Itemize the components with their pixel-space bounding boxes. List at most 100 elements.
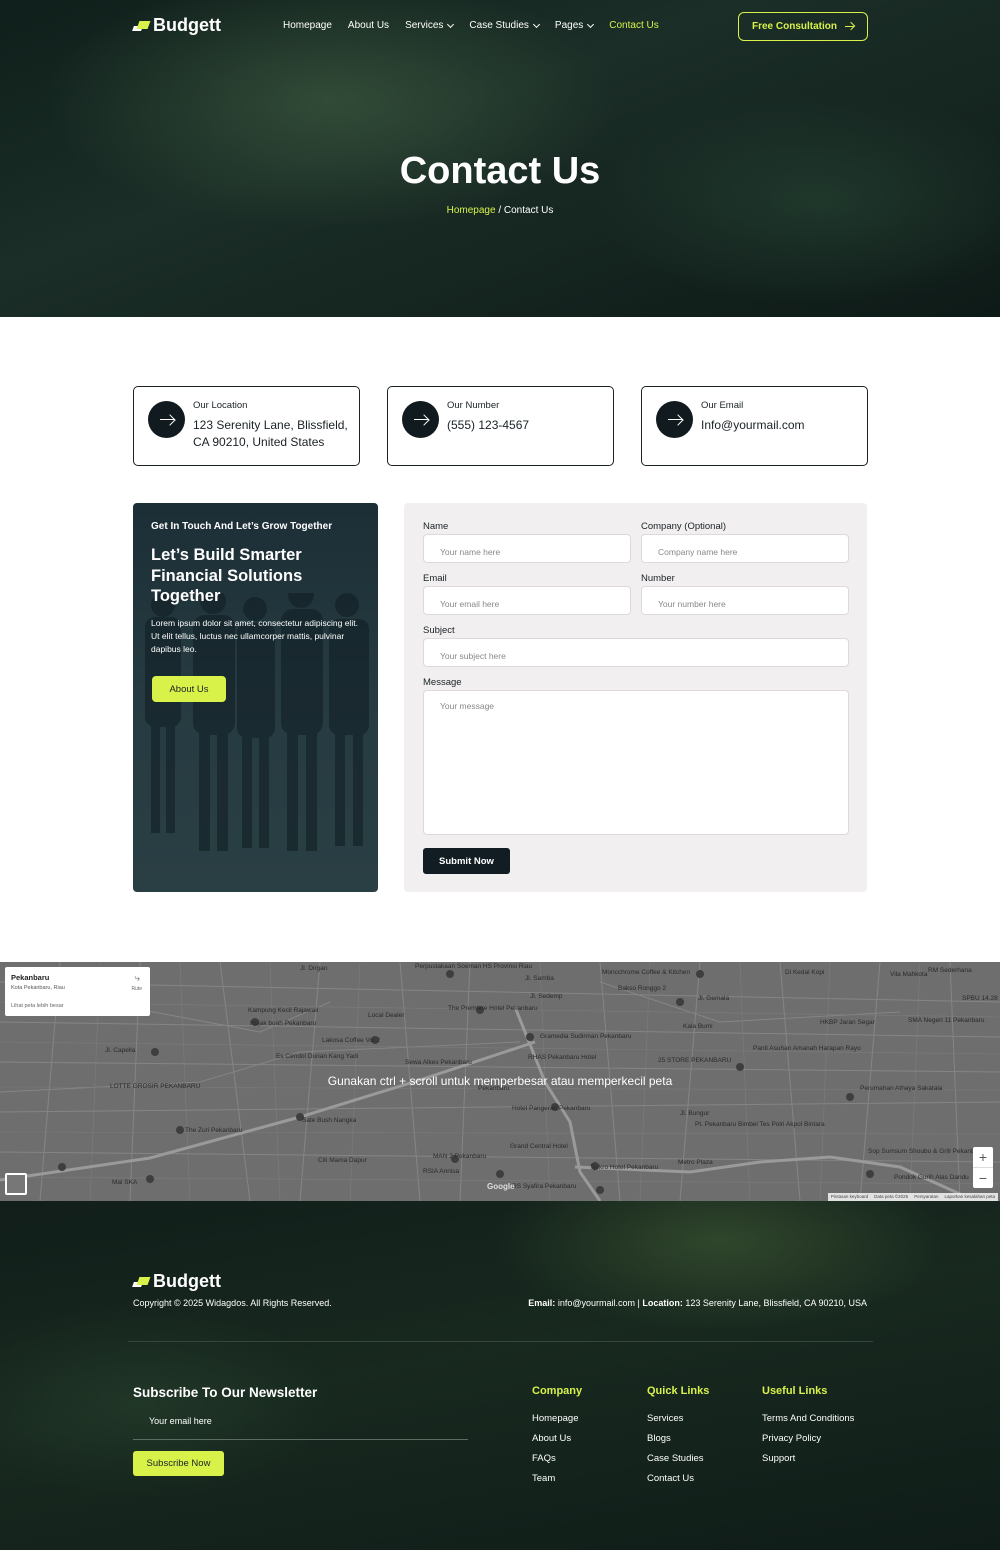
- footer-link[interactable]: Homepage: [532, 1413, 582, 1433]
- footer-link[interactable]: Contact Us: [647, 1473, 709, 1493]
- map-place-label: Rujak buah Pekanbaru: [250, 1020, 317, 1027]
- map-place-label: SMA Negeri 11 Pekanbaru: [908, 1017, 985, 1024]
- map-place-label: Metro Plaza: [678, 1159, 713, 1166]
- attrib-report[interactable]: Laporkan kesalahan peta: [944, 1194, 995, 1200]
- zoom-in-button[interactable]: +: [973, 1147, 993, 1167]
- map-place-label: Sewa Alkes Pekanbaru: [405, 1059, 472, 1066]
- breadcrumb-separator: /: [495, 205, 504, 216]
- free-consultation-button[interactable]: Free Consultation: [738, 12, 868, 41]
- footer-link[interactable]: Blogs: [647, 1433, 709, 1453]
- main-menu: Homepage About Us Services Case Studies …: [283, 20, 659, 31]
- map-place-label: HKBP Jaran Segar: [820, 1019, 876, 1026]
- footer-location: 123 Serenity Lane, Blissfield, CA 90210,…: [685, 1298, 867, 1308]
- card-label: Our Number: [447, 400, 500, 411]
- subscribe-button[interactable]: Subscribe Now: [133, 1451, 224, 1476]
- chevron-down-icon: [447, 20, 455, 28]
- attrib-terms[interactable]: Persyaratan: [914, 1194, 938, 1200]
- directions-icon[interactable]: ⤷: [134, 973, 140, 984]
- nav-item-homepage[interactable]: Homepage: [283, 20, 332, 31]
- map-place-label: Jl. Sedemp: [530, 993, 563, 1000]
- map-place-label: RHAS Pekanbaru Hotel: [528, 1054, 597, 1061]
- map-place-label: Grand Central Hotel: [510, 1143, 568, 1150]
- card-value: 123 Serenity Lane, Blissfield, CA 90210,…: [193, 418, 348, 449]
- map-place-label: The Premiere Hotel Pekanbaru: [448, 1005, 538, 1012]
- view-larger-map-link[interactable]: Lihat peta lebih besar: [11, 1003, 64, 1009]
- nav-item-about[interactable]: About Us: [348, 20, 389, 31]
- arrow-circle-icon: [656, 401, 693, 438]
- map-place-label: Citi Mama Dapur: [318, 1157, 368, 1164]
- card-label: Our Location: [193, 400, 248, 411]
- directions-label[interactable]: Rute: [131, 986, 142, 992]
- chevron-down-icon: [587, 20, 595, 28]
- footer-logo[interactable]: Budgett: [132, 1271, 221, 1292]
- map-place-name: Pekanbaru: [11, 973, 50, 982]
- arrow-right-icon: [845, 26, 854, 27]
- about-us-button[interactable]: About Us: [152, 676, 226, 702]
- number-label: Number: [641, 573, 675, 584]
- map-type-toggle[interactable]: [5, 1173, 27, 1195]
- footer-link[interactable]: Support: [762, 1453, 854, 1473]
- map-place-label: Hotel Pangeran Pekanbaru: [512, 1105, 591, 1112]
- map-place-label: Di Kedai Kopi: [785, 969, 824, 976]
- newsletter-email-input[interactable]: Your email here: [133, 1416, 468, 1440]
- nav-item-contact[interactable]: Contact Us: [609, 20, 658, 31]
- footer-link[interactable]: Team: [532, 1473, 582, 1493]
- footer-email[interactable]: info@yourmail.com: [558, 1298, 635, 1308]
- logo-icon: [132, 20, 151, 32]
- footer-column-useful-links: Useful Links Terms And Conditions Privac…: [762, 1385, 854, 1473]
- map-place-label: RM Sederhana: [928, 967, 972, 974]
- submit-button[interactable]: Submit Now: [423, 848, 510, 874]
- email-card: Our Email Info@yourmail.com: [641, 386, 868, 466]
- map-place-label: Kala Bumi: [683, 1023, 713, 1030]
- footer-link[interactable]: Services: [647, 1413, 709, 1433]
- page-title: Contact Us: [399, 150, 601, 192]
- map-place-label: Local Dealer: [368, 1012, 405, 1019]
- attrib-shortcuts[interactable]: Pintasan keyboard: [831, 1194, 868, 1200]
- newsletter-title: Subscribe To Our Newsletter: [133, 1385, 318, 1400]
- map-place-label: MAN 2 Pekanbaru: [433, 1153, 486, 1160]
- brand-logo[interactable]: Budgett: [132, 15, 221, 36]
- map-place-label: 25 STORE PEKANBARU: [658, 1057, 732, 1064]
- map-place-sub: Kota Pekanbaru, Riau: [11, 985, 65, 991]
- attrib-data: Data peta ©2025: [874, 1194, 909, 1199]
- arrow-circle-icon: [402, 401, 439, 438]
- nav-item-services[interactable]: Services: [405, 20, 455, 31]
- card-label: Our Email: [701, 400, 744, 411]
- number-input[interactable]: Your number here: [641, 586, 849, 615]
- name-input[interactable]: Your name here: [423, 534, 631, 563]
- breadcrumb-home-link[interactable]: Homepage: [447, 205, 496, 216]
- location-card: Our Location 123 Serenity Lane, Blissfie…: [133, 386, 360, 466]
- map-embed[interactable]: Jl. Dirgan Perpustakaan Soeman HS Provins…: [0, 962, 1000, 1201]
- cta-label: Free Consultation: [751, 21, 837, 32]
- nav-item-case-studies[interactable]: Case Studies: [469, 20, 540, 31]
- map-place-label: Es Cendol Durian Kang Yadi: [276, 1053, 358, 1060]
- breadcrumb-current: Contact Us: [503, 205, 554, 216]
- footer-contact-info: Email: info@yourmail.com | Location: 123…: [528, 1298, 867, 1308]
- footer-link[interactable]: Terms And Conditions: [762, 1413, 854, 1433]
- map-scroll-hint: Gunakan ctrl + scroll untuk memperbesar …: [327, 1074, 673, 1088]
- promo-panel: Get In Touch And Let’s Grow Together Let…: [133, 503, 378, 892]
- company-input[interactable]: Company name here: [641, 534, 849, 563]
- footer-link[interactable]: Case Studies: [647, 1453, 709, 1473]
- footer-link[interactable]: Privacy Policy: [762, 1433, 854, 1453]
- footer-link[interactable]: About Us: [532, 1433, 582, 1453]
- message-textarea[interactable]: Your message: [423, 690, 849, 835]
- zoom-out-button[interactable]: −: [973, 1168, 993, 1188]
- subject-label: Subject: [423, 625, 455, 636]
- map-place-label: Tjokro Hotel Pekanbaru: [590, 1164, 659, 1171]
- map-place-label: RS Syafira Pekanbaru: [512, 1183, 577, 1190]
- nav-label: About Us: [347, 20, 390, 31]
- map-place-label: Bakso Ronggo 2: [618, 985, 666, 992]
- column-title: Company: [532, 1385, 583, 1397]
- subject-input[interactable]: Your subject here: [423, 638, 849, 667]
- map-place-label: Pt. Pekanbaru Bimbel Tes Polri Akpol Bin…: [695, 1121, 825, 1128]
- name-label: Name: [423, 521, 449, 532]
- map-place-label: Jl. Gemala: [698, 995, 729, 1002]
- nav-item-pages[interactable]: Pages: [555, 20, 595, 31]
- promo-heading: Let’s Build Smarter Financial Solutions …: [151, 546, 303, 605]
- footer-divider: [128, 1341, 873, 1342]
- footer-link[interactable]: FAQs: [532, 1453, 582, 1473]
- company-label: Company (Optional): [641, 521, 727, 532]
- arrow-right-icon: [413, 419, 428, 420]
- email-input[interactable]: Your email here: [423, 586, 631, 615]
